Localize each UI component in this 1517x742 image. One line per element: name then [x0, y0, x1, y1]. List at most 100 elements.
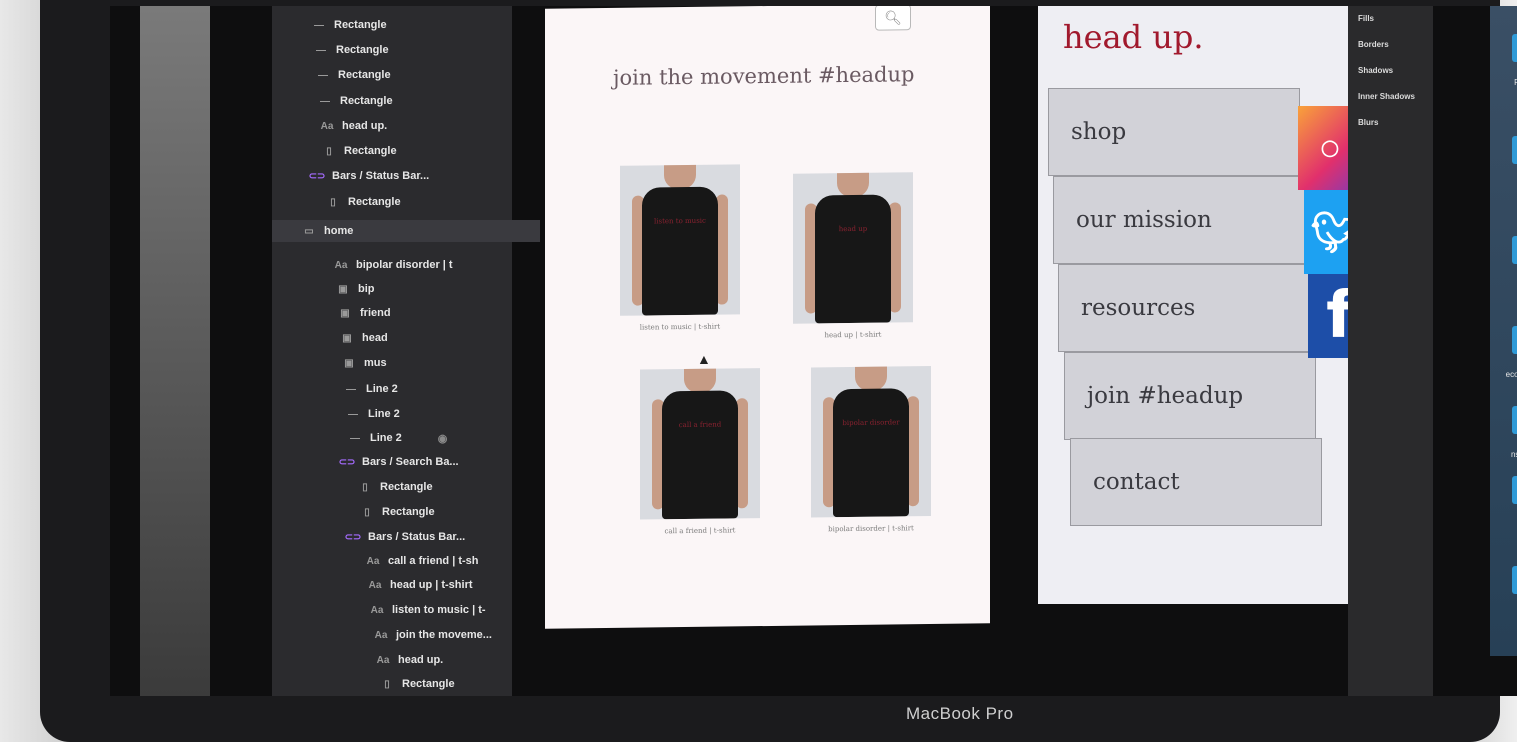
- artboard-home[interactable]: 🔍︎ join the movement #headup listen to m…: [545, 6, 990, 629]
- menu-item[interactable]: our mission: [1053, 176, 1305, 264]
- product-photo: listen to music: [620, 164, 740, 316]
- line-icon: —: [346, 383, 356, 395]
- layer-label: Bars / Status Bar...: [332, 170, 430, 182]
- product-caption: listen to music | t-shirt: [639, 322, 721, 332]
- layer-row[interactable]: — Rectangle: [314, 64, 391, 86]
- layer-row[interactable]: Aa call a friend | t-sh: [364, 550, 479, 572]
- image-icon: ▣: [340, 307, 350, 319]
- mouse-cursor-icon: ▲: [697, 351, 711, 367]
- layer-row[interactable]: ▯ Rectangle: [378, 673, 455, 695]
- desktop: Resumes econdary lysis Report ns as Dogs CC…: [1490, 6, 1517, 656]
- symbol-icon: ⊂⊃: [344, 531, 362, 543]
- layer-row[interactable]: ▯ Rectangle: [320, 140, 396, 162]
- shirt-print: head up: [838, 224, 868, 234]
- inspector-section[interactable]: Blurs: [1358, 118, 1378, 127]
- layer-row[interactable]: — Line 2: [342, 378, 398, 400]
- folder-icon[interactable]: [1512, 566, 1517, 594]
- menu-item[interactable]: join #headup: [1064, 352, 1316, 440]
- layer-label: Rectangle: [338, 69, 391, 81]
- line-icon: —: [316, 44, 326, 56]
- layer-label: Line 2: [368, 408, 400, 420]
- folder-icon[interactable]: [1512, 136, 1517, 164]
- product-card[interactable]: head up head up | t-shirt: [793, 172, 913, 339]
- layer-row[interactable]: ▣ friend: [336, 302, 391, 324]
- layer-row[interactable]: ⊂⊃ Bars / Search Ba...: [338, 451, 459, 473]
- layer-label: friend: [360, 307, 391, 319]
- image-icon: ▣: [342, 332, 352, 344]
- layer-row[interactable]: — Line 2: [344, 403, 400, 425]
- layer-row[interactable]: Aa join the moveme...: [372, 624, 492, 646]
- menu-item-label: contact: [1093, 469, 1180, 495]
- layer-label: Bars / Status Bar...: [368, 531, 466, 543]
- menu-item[interactable]: contact: [1070, 438, 1322, 526]
- layer-row[interactable]: ▣ mus: [340, 352, 387, 374]
- product-card[interactable]: bipolar disorder bipolar disorder | t-shi…: [811, 366, 931, 533]
- layer-row[interactable]: Aa head up.: [374, 649, 444, 671]
- tshirt: bipolar disorder: [833, 388, 909, 518]
- menu-item-label: resources: [1081, 295, 1196, 321]
- model-head: [664, 164, 696, 190]
- text-icon: Aa: [376, 654, 390, 666]
- folder-icon[interactable]: [1512, 406, 1517, 434]
- layer-label: Rectangle: [382, 506, 435, 518]
- product-card[interactable]: listen to music listen to music | t-shirt: [620, 164, 740, 332]
- layer-row[interactable]: — Line 2 ◉: [346, 427, 447, 449]
- layer-row[interactable]: Aa head up | t-shirt: [366, 574, 473, 596]
- rect-icon: ▯: [364, 506, 370, 518]
- shirt-print: listen to music: [654, 216, 706, 226]
- product-caption: call a friend | t-shirt: [664, 526, 736, 536]
- background-window: [140, 6, 210, 696]
- inspector-section[interactable]: Borders: [1358, 40, 1389, 49]
- folder-icon[interactable]: [1512, 236, 1517, 264]
- artboard-icon: ▭: [304, 225, 314, 237]
- layer-row[interactable]: ⊂⊃ Bars / Status Bar...: [344, 526, 466, 548]
- layer-row[interactable]: Aa bipolar disorder | t: [332, 254, 453, 276]
- menu-item-label: our mission: [1076, 207, 1212, 233]
- layer-row[interactable]: ▣ head: [338, 327, 388, 349]
- visibility-icon[interactable]: ◉: [438, 432, 448, 445]
- product-photo: bipolar disorder: [811, 366, 931, 518]
- brand-title: head up.: [1063, 18, 1204, 56]
- layer-row[interactable]: Aa head up.: [318, 115, 388, 137]
- product-card[interactable]: call a friend call a friend | t-shirt: [640, 368, 760, 535]
- layer-row[interactable]: — Rectangle: [316, 90, 393, 112]
- inspector-section[interactable]: Shadows: [1358, 66, 1393, 75]
- layer-row[interactable]: ▯ Rectangle: [356, 476, 432, 498]
- image-icon: ▣: [344, 357, 354, 369]
- folder-label: econdary lysis Report: [1505, 370, 1517, 379]
- layer-row[interactable]: Aa listen to music | t-: [368, 599, 486, 621]
- line-icon: —: [348, 408, 358, 420]
- folder-icon[interactable]: [1512, 476, 1517, 504]
- layer-label: bip: [358, 283, 375, 295]
- layer-label: home: [324, 225, 354, 237]
- text-icon: Aa: [374, 629, 388, 641]
- layer-row[interactable]: ▭ home: [272, 220, 540, 242]
- line-icon: —: [318, 69, 328, 81]
- layer-label: mus: [364, 357, 387, 369]
- inspector-section[interactable]: Inner Shadows: [1358, 92, 1415, 101]
- layer-label: head up.: [342, 120, 388, 132]
- layer-row[interactable]: ⊂⊃ Bars / Status Bar...: [308, 165, 430, 187]
- folder-icon[interactable]: [1512, 34, 1517, 62]
- inspector-section[interactable]: Fills: [1358, 14, 1374, 23]
- search-icon: 🔍︎: [884, 8, 902, 26]
- layer-label: head: [362, 332, 388, 344]
- search-button[interactable]: 🔍︎: [875, 6, 911, 31]
- layer-label: head up | t-shirt: [390, 579, 473, 591]
- layer-row[interactable]: ▣ bip: [334, 278, 375, 300]
- layer-row[interactable]: — Rectangle: [310, 14, 387, 36]
- layer-row[interactable]: — Rectangle: [312, 39, 389, 61]
- rect-icon: ▯: [330, 196, 336, 208]
- rect-icon: ▯: [326, 145, 332, 157]
- layer-row[interactable]: ▯ Rectangle: [324, 191, 400, 213]
- menu-item[interactable]: resources: [1058, 264, 1310, 352]
- text-icon: Aa: [334, 259, 348, 271]
- artboard-menu[interactable]: head up. shop our mission resources join #h…: [1038, 6, 1383, 604]
- layer-label: listen to music | t-: [392, 604, 486, 616]
- folder-icon[interactable]: [1512, 326, 1517, 354]
- tshirt: listen to music: [642, 186, 718, 316]
- shirt-print: bipolar disorder: [842, 418, 900, 428]
- layer-row[interactable]: ▯ Rectangle: [358, 501, 435, 523]
- layer-label: Rectangle: [402, 678, 455, 690]
- menu-item[interactable]: shop: [1048, 88, 1300, 176]
